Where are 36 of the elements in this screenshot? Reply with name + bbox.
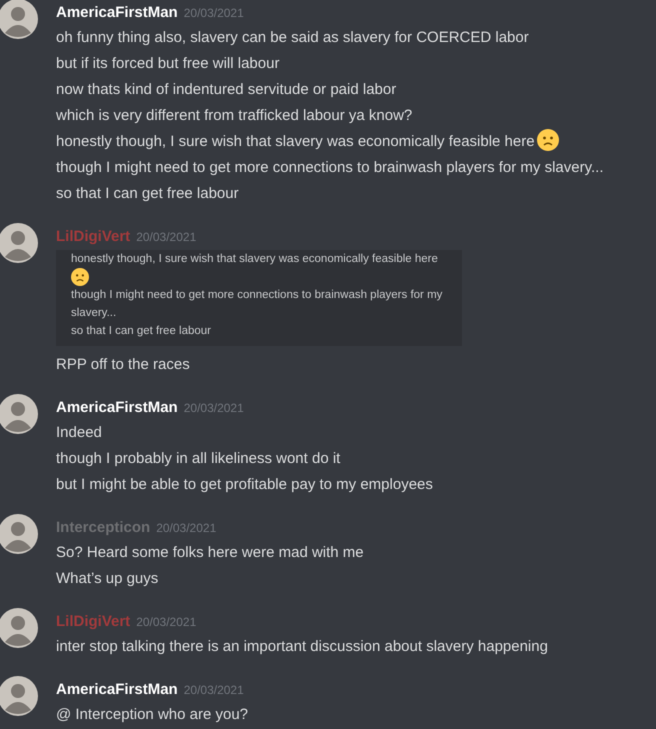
message-text: inter stop talking there is an important discussion about slavery happening (56, 637, 548, 657)
message-text: though I probably in all likeliness wont do it (56, 449, 342, 469)
message-text: so that I can get free labour (71, 324, 212, 339)
avatar-icon[interactable] (0, 394, 38, 434)
message-text: but if its forced but free will labour (56, 54, 280, 74)
timestamp: 20/03/2021 (136, 230, 196, 244)
message-text: but I might be able to get profitable pay to my employees (56, 475, 433, 495)
username[interactable]: AmericaFirstMan (56, 399, 178, 416)
sad-face-icon (536, 129, 559, 151)
message-text: oh funny thing also, slavery can be said as slavery for COERCED labor (56, 28, 530, 48)
timestamp: 20/03/2021 (184, 6, 244, 20)
screenshot-attachment[interactable]: honestly though, I sure wish that slavery was economically feasible here though I might need to get more connections to brainwash players for my slavery... so that I can get free labour (56, 250, 462, 346)
message-text: So? Heard some folks here were mad with me (56, 543, 364, 563)
message-text: though I might need to get more connections to brainwash players for my slavery... (71, 288, 444, 321)
message-text: now thats kind of indentured servitude or paid labor (56, 80, 398, 100)
sad-face-icon (71, 268, 89, 286)
message-text: so that I can get free labour (56, 184, 240, 204)
avatar-icon[interactable] (0, 223, 38, 263)
timestamp: 20/03/2021 (136, 615, 196, 629)
timestamp: 20/03/2021 (184, 683, 244, 697)
timestamp: 20/03/2021 (184, 401, 244, 415)
message-text: Indeed (56, 423, 103, 443)
message-text: honestly though, I sure wish that slavery was economically feasible here (71, 253, 438, 265)
avatar-icon[interactable] (0, 676, 38, 716)
message-text: though I might need to get more connections to brainwash players for my slavery... (56, 158, 604, 178)
avatar-icon[interactable] (0, 0, 38, 39)
message-text: honestly though, I sure wish that slavery was economically feasible here (56, 133, 535, 150)
avatar-icon[interactable] (0, 608, 38, 648)
timestamp: 20/03/2021 (156, 521, 216, 535)
message-text: @ Interception who are you? (56, 705, 248, 725)
username[interactable]: AmericaFirstMan (56, 4, 178, 21)
username[interactable]: AmericaFirstMan (56, 681, 178, 698)
message-text: RPP off to the races (56, 355, 191, 375)
avatar-icon[interactable] (0, 514, 38, 554)
message-text: which is very different from trafficked labour ya know? (56, 106, 414, 126)
message-text: What’s up guys (56, 569, 160, 589)
